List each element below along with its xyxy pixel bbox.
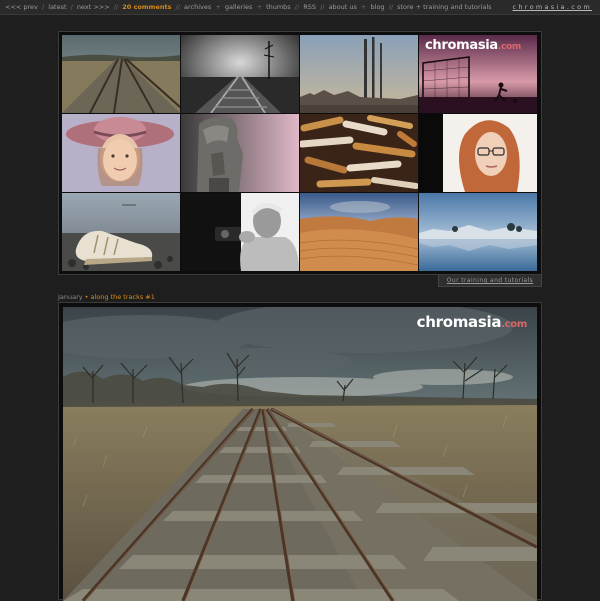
tile-dark-tracks[interactable] (181, 35, 299, 113)
separator: + (256, 3, 262, 11)
separator: + (215, 3, 221, 11)
next-link[interactable]: next >>> (77, 3, 110, 11)
chromasia-logo: chromasia.com (425, 38, 521, 53)
main-photo[interactable]: chromasia.com (63, 307, 537, 601)
tile-desert-dunes[interactable] (300, 193, 418, 271)
store-link[interactable]: store + training and tutorials (397, 3, 491, 11)
tile-lake-reflection[interactable] (419, 193, 537, 271)
post-meta: January • along the tracks #1 (58, 293, 155, 301)
tile-cigarette-butts[interactable] (300, 114, 418, 192)
tile-girl-hat[interactable] (62, 114, 180, 192)
archives-link[interactable]: archives (184, 3, 211, 11)
main-photo-frame: chromasia.com (58, 302, 542, 601)
separator: // (320, 3, 325, 11)
site-brand-link[interactable]: chromasia.com (512, 0, 592, 14)
separator: // (175, 3, 180, 11)
post-title-link[interactable]: along the tracks #1 (91, 293, 155, 301)
portrait-photo-icon (62, 114, 180, 192)
cityscape-photo-icon (300, 35, 418, 113)
railway-photo-icon (63, 307, 537, 601)
prev-link[interactable]: <<< prev (5, 3, 38, 11)
tile-sneakers-beach[interactable] (62, 193, 180, 271)
watermark-suffix-text: .com (501, 319, 527, 330)
separator: + (360, 3, 367, 11)
shoes-photo-icon (62, 193, 180, 271)
latest-link[interactable]: latest (48, 3, 66, 11)
separator: / (70, 3, 73, 11)
portrait-photo-icon (181, 193, 299, 271)
tile-city-skyline[interactable] (300, 35, 418, 113)
still-life-photo-icon (300, 114, 418, 192)
comments-link[interactable]: 20 comments (122, 3, 171, 11)
separator: / (41, 3, 45, 11)
separator: // (113, 3, 119, 11)
top-navigation-bar: <<< prev / latest / next >>> // 20 comme… (0, 0, 600, 15)
tile-photographer[interactable] (181, 193, 299, 271)
landscape-photo-icon (300, 193, 418, 271)
sculpture-photo-icon (181, 114, 299, 192)
nav-links: <<< prev / latest / next >>> // 20 comme… (5, 0, 492, 14)
chromasia-watermark: chromasia.com (416, 313, 528, 331)
post-month: January (58, 293, 83, 301)
portrait-photo-icon (419, 114, 537, 192)
railway-photo-icon (181, 35, 299, 113)
tile-football-sunset[interactable]: chromasia.com (419, 35, 537, 113)
landscape-photo-icon (419, 193, 537, 271)
tile-stone-sculpture[interactable] (181, 114, 299, 192)
blog-link[interactable]: blog (371, 3, 385, 11)
gallery-mosaic: chromasia.com (58, 31, 542, 275)
separator: // (294, 3, 300, 11)
tile-redhead-glasses[interactable] (419, 114, 537, 192)
separator: // (388, 3, 394, 11)
logo-suffix-text: .com (497, 42, 522, 52)
bullet-separator: • (84, 293, 89, 301)
watermark-main-text: chromasia (416, 313, 502, 331)
training-tutorials-link[interactable]: Our training and tutorials (438, 275, 542, 287)
thumbs-link[interactable]: thumbs (266, 3, 291, 11)
railway-photo-icon (62, 35, 180, 113)
logo-main-text: chromasia (425, 38, 498, 53)
about-link[interactable]: about us (329, 3, 357, 11)
tile-railway-tracks[interactable] (62, 35, 180, 113)
rss-link[interactable]: RSS (303, 3, 316, 11)
galleries-link[interactable]: galleries (225, 3, 253, 11)
